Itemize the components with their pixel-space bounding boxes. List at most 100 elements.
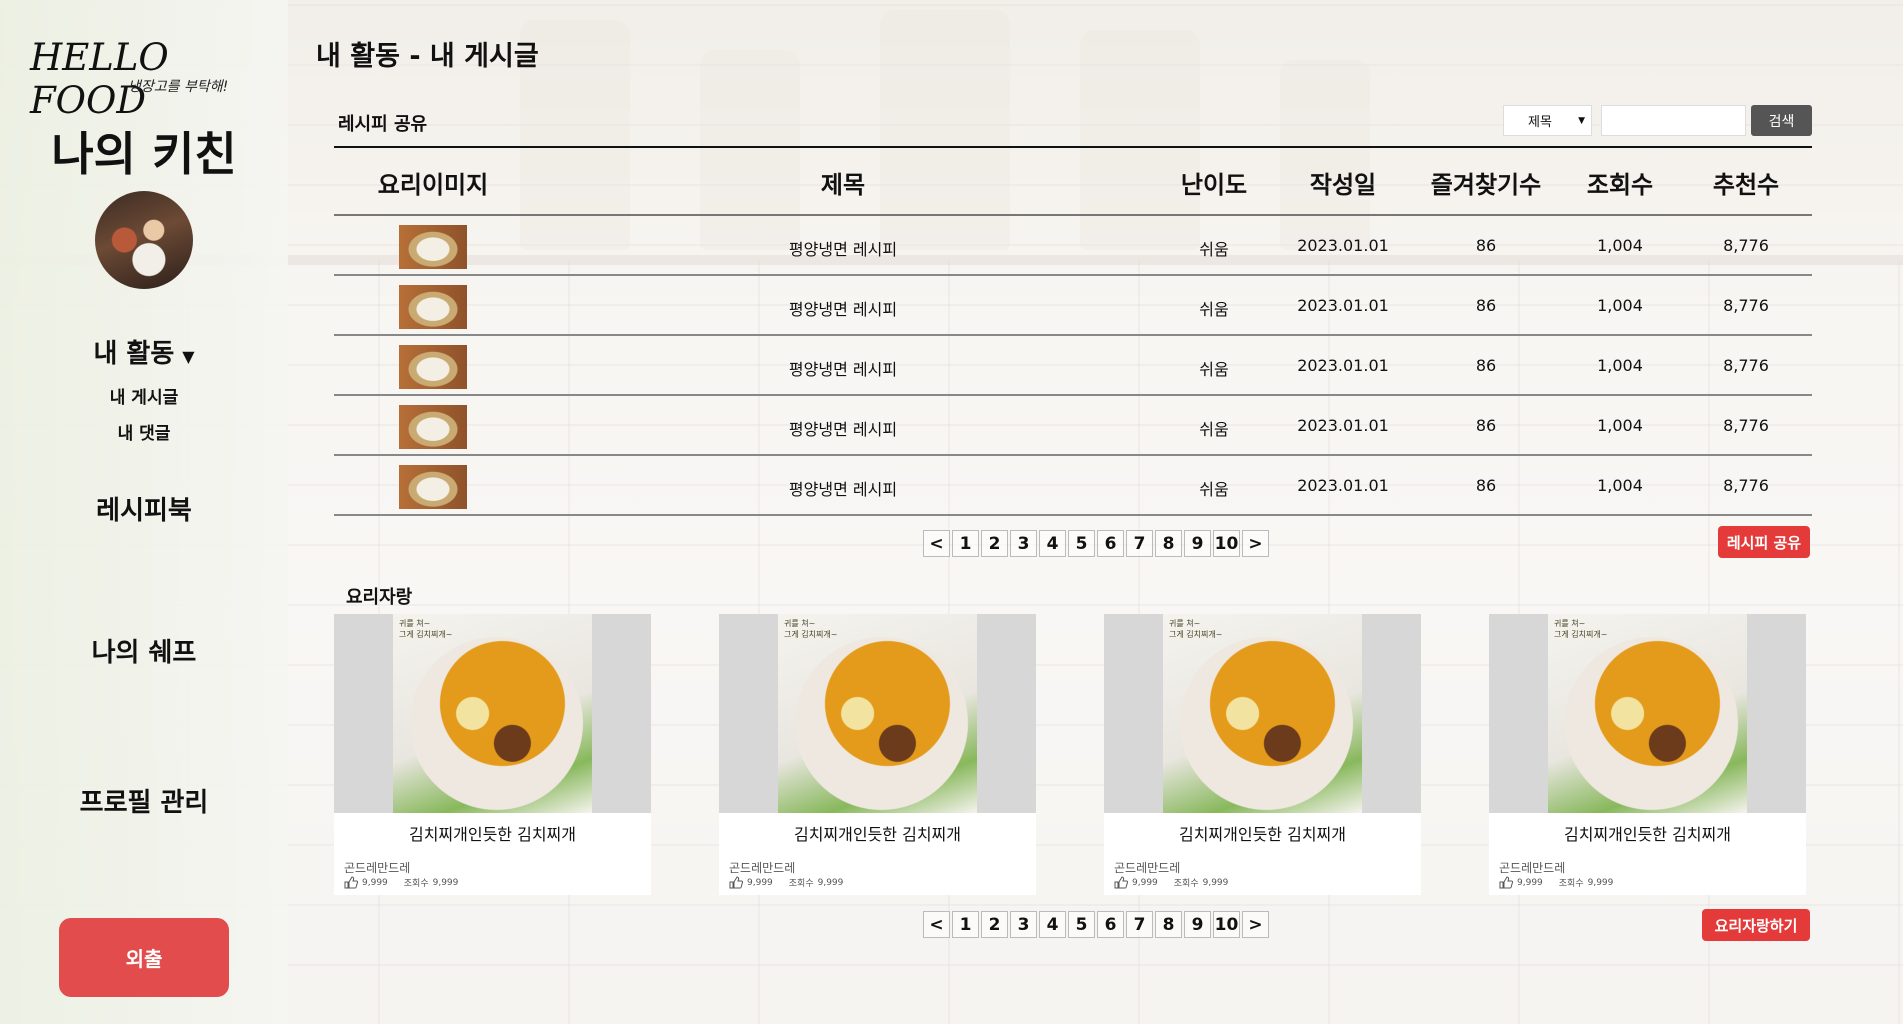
page-button-5[interactable]: 5 xyxy=(1068,530,1095,557)
recipe-thumbnail[interactable] xyxy=(399,225,467,269)
title-cell[interactable]: 평양냉면 레시피 xyxy=(789,356,897,380)
page-button-10[interactable]: 10 xyxy=(1213,530,1240,557)
table-row[interactable]: 평양냉면 레시피 쉬움 2023.01.01 86 1,004 8,776 xyxy=(334,216,1812,276)
boast-pagination: <1 2 3 4 5 6 7 8 9 10 > xyxy=(923,911,1269,938)
kimchi-stew-photo: 귀를 쳐~ 그게 김치찌개~ xyxy=(1548,614,1747,813)
page-button-3[interactable]: 3 xyxy=(1010,911,1037,938)
sidebar-item-my-activity[interactable]: 내 활동 ▼ xyxy=(0,333,288,370)
recipe-thumbnail[interactable] xyxy=(399,345,467,389)
card-title[interactable]: 김치찌개인듯한 김치찌개 xyxy=(334,821,651,845)
card-title[interactable]: 김치찌개인듯한 김치찌개 xyxy=(1489,821,1806,845)
recipe-table: 요리이미지 제목 난이도 작성일 즐겨찾기수 조회수 추천수 평양냉면 레시피 쉬… xyxy=(334,146,1812,516)
page-button-7[interactable]: 7 xyxy=(1126,530,1153,557)
card-likes: 9,999 xyxy=(1132,877,1158,888)
photo-caption: 귀를 쳐~ 그게 김치찌개~ xyxy=(399,619,453,639)
page-button-6[interactable]: 6 xyxy=(1097,530,1124,557)
logo[interactable]: HELLO FOOD 냉장고를 부탁해! xyxy=(30,36,260,122)
sidebar-item-recipe-book[interactable]: 레시피북 xyxy=(0,490,288,527)
page-button-7[interactable]: 7 xyxy=(1126,911,1153,938)
column-header-recommends[interactable]: 추천수 xyxy=(1713,165,1779,200)
views-cell: 1,004 xyxy=(1597,416,1643,435)
recipe-thumbnail[interactable] xyxy=(399,285,467,329)
card-image[interactable]: 귀를 쳐~ 그게 김치찌개~ xyxy=(1489,614,1806,813)
page-button-8[interactable]: 8 xyxy=(1155,911,1182,938)
card-image[interactable]: 귀를 쳐~ 그게 김치찌개~ xyxy=(719,614,1036,813)
column-header-favorites[interactable]: 즐겨찾기수 xyxy=(1431,165,1541,200)
column-header-difficulty[interactable]: 난이도 xyxy=(1181,165,1247,200)
kimchi-stew-photo: 귀를 쳐~ 그게 김치찌개~ xyxy=(393,614,592,813)
boast-card[interactable]: 귀를 쳐~ 그게 김치찌개~ 김치찌개인듯한 김치찌개 곤드레만드레 9,999 조회수… xyxy=(1104,614,1421,895)
avatar[interactable] xyxy=(95,191,193,289)
card-title[interactable]: 김치찌개인듯한 김치찌개 xyxy=(719,821,1036,845)
kimchi-stew-photo: 귀를 쳐~ 그게 김치찌개~ xyxy=(778,614,977,813)
thumbs-up-icon[interactable] xyxy=(729,876,743,889)
card-image[interactable]: 귀를 쳐~ 그게 김치찌개~ xyxy=(1104,614,1421,813)
card-views-label: 조회수 xyxy=(788,879,814,889)
sidebar-subitem-my-comments[interactable]: 내 댓글 xyxy=(0,419,288,444)
boast-card[interactable]: 귀를 쳐~ 그게 김치찌개~ 김치찌개인듯한 김치찌개 곤드레만드레 9,999 조회수… xyxy=(1489,614,1806,895)
next-page-button[interactable]: > xyxy=(1242,911,1269,938)
prev-page-button[interactable]: < xyxy=(923,530,950,557)
search-field-select[interactable]: 제목 ▼ xyxy=(1503,105,1592,136)
difficulty-cell: 쉬움 xyxy=(1199,480,1229,499)
next-page-button[interactable]: > xyxy=(1242,530,1269,557)
title-cell[interactable]: 평양냉면 레시피 xyxy=(789,236,897,260)
favorites-cell: 86 xyxy=(1475,236,1497,255)
table-row[interactable]: 평양냉면 레시피 쉬움 2023.01.01 86 1,004 8,776 xyxy=(334,336,1812,396)
card-views: 9,999 xyxy=(1202,877,1229,888)
page-title: 내 활동 - 내 게시글 xyxy=(316,41,539,72)
page-button-9[interactable]: 9 xyxy=(1184,911,1211,938)
card-likes: 9,999 xyxy=(1517,877,1543,888)
page-button-1[interactable]: 1 xyxy=(952,911,979,938)
page-button-8[interactable]: 8 xyxy=(1155,530,1182,557)
table-body: 평양냉면 레시피 쉬움 2023.01.01 86 1,004 8,776 평양냉면 레시피… xyxy=(334,216,1812,516)
sidebar-item-my-chef[interactable]: 나의 쉐프 xyxy=(0,632,288,669)
caret-down-icon: ▼ xyxy=(182,347,195,366)
page-button-9[interactable]: 9 xyxy=(1184,530,1211,557)
title-cell[interactable]: 평양냉면 레시피 xyxy=(789,416,897,440)
column-header-date[interactable]: 작성일 xyxy=(1310,165,1376,200)
sidebar-subitem-my-posts[interactable]: 내 게시글 xyxy=(0,383,288,408)
thumbs-up-icon[interactable] xyxy=(1114,876,1128,889)
recipe-thumbnail[interactable] xyxy=(399,405,467,449)
page-button-4[interactable]: 4 xyxy=(1039,530,1066,557)
card-title[interactable]: 김치찌개인듯한 김치찌개 xyxy=(1104,821,1421,845)
difficulty-cell: 쉬움 xyxy=(1199,240,1229,259)
recipe-thumbnail[interactable] xyxy=(399,465,467,509)
page-button-5[interactable]: 5 xyxy=(1068,911,1095,938)
column-header-views[interactable]: 조회수 xyxy=(1587,165,1653,200)
card-image[interactable]: 귀를 쳐~ 그게 김치찌개~ xyxy=(334,614,651,813)
share-recipe-button[interactable]: 레시피 공유 xyxy=(1718,526,1810,558)
page-button-2[interactable]: 2 xyxy=(981,530,1008,557)
column-header-title[interactable]: 제목 xyxy=(821,165,865,200)
photo-caption: 귀를 쳐~ 그게 김치찌개~ xyxy=(784,619,838,639)
sidebar: HELLO FOOD 냉장고를 부탁해! 나의 키친 내 활동 ▼ 내 게시글 내… xyxy=(0,0,288,1024)
thumbs-up-icon[interactable] xyxy=(1499,876,1513,889)
column-header-image: 요리이미지 xyxy=(377,171,489,199)
recipe-share-label: 레시피 공유 xyxy=(338,114,428,135)
table-row[interactable]: 평양냉면 레시피 쉬움 2023.01.01 86 1,004 8,776 xyxy=(334,276,1812,336)
page-button-2[interactable]: 2 xyxy=(981,911,1008,938)
page-button-1[interactable]: 1 xyxy=(952,530,979,557)
search-button[interactable]: 검색 xyxy=(1751,105,1812,136)
page-button-10[interactable]: 10 xyxy=(1213,911,1240,938)
table-row[interactable]: 평양냉면 레시피 쉬움 2023.01.01 86 1,004 8,776 xyxy=(334,456,1812,516)
prev-page-button[interactable]: < xyxy=(923,911,950,938)
logout-button[interactable]: 외출 xyxy=(59,918,229,997)
page-button-6[interactable]: 6 xyxy=(1097,911,1124,938)
table-row[interactable]: 평양냉면 레시피 쉬움 2023.01.01 86 1,004 8,776 xyxy=(334,396,1812,456)
thumbs-up-icon[interactable] xyxy=(344,876,358,889)
table-header: 요리이미지 제목 난이도 작성일 즐겨찾기수 조회수 추천수 xyxy=(334,146,1812,216)
photo-caption: 귀를 쳐~ 그게 김치찌개~ xyxy=(1169,619,1223,639)
sidebar-item-profile[interactable]: 프로필 관리 xyxy=(0,782,288,819)
page-button-4[interactable]: 4 xyxy=(1039,911,1066,938)
title-cell[interactable]: 평양냉면 레시피 xyxy=(789,296,897,320)
card-stats: 9,999 조회수 9,999 xyxy=(1114,876,1228,889)
boast-card[interactable]: 귀를 쳐~ 그게 김치찌개~ 김치찌개인듯한 김치찌개 곤드레만드레 9,999 조회수… xyxy=(334,614,651,895)
search-input[interactable] xyxy=(1601,105,1746,136)
page-button-3[interactable]: 3 xyxy=(1010,530,1037,557)
title-cell[interactable]: 평양냉면 레시피 xyxy=(789,476,897,500)
boast-card[interactable]: 귀를 쳐~ 그게 김치찌개~ 김치찌개인듯한 김치찌개 곤드레만드레 9,999 조회수… xyxy=(719,614,1036,895)
card-views-label: 조회수 xyxy=(1173,879,1199,889)
boast-cooking-button[interactable]: 요리자랑하기 xyxy=(1702,909,1810,941)
